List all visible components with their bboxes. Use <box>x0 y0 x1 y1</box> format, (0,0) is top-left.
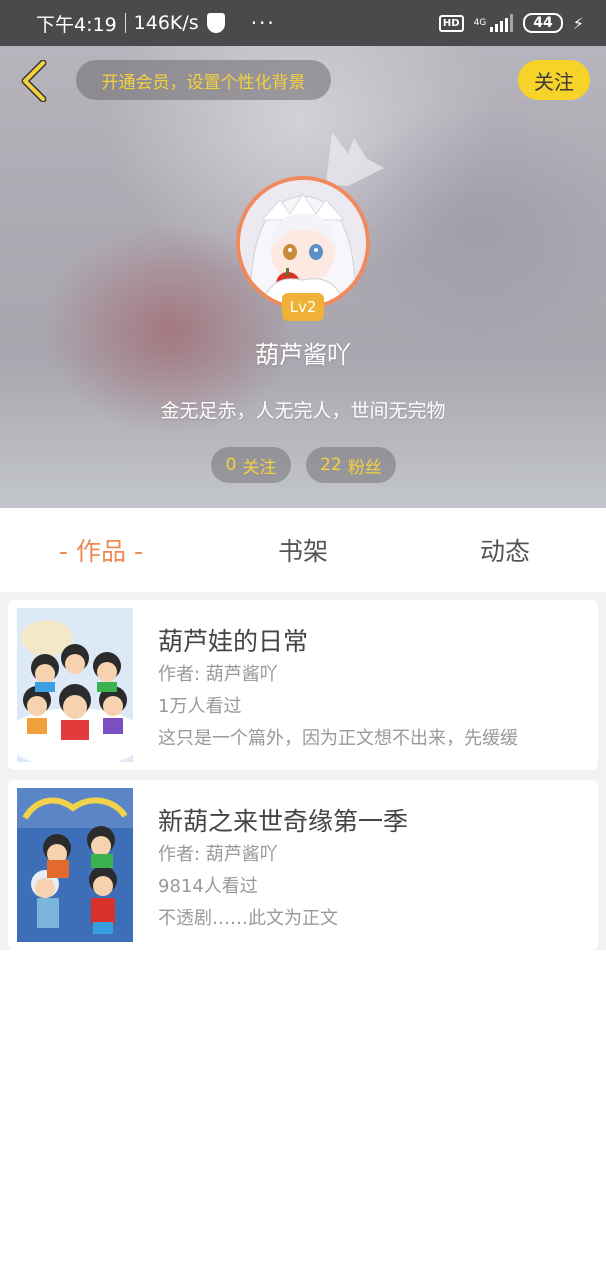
work-cover-image <box>17 788 133 942</box>
hd-icon: HD <box>438 14 464 32</box>
profile-tabs: - 作品 - 书架 动态 <box>0 508 606 592</box>
follow-button[interactable]: 关注 <box>518 60 590 100</box>
battery-icon: 44 <box>523 13 563 33</box>
work-author: 作者: 葫芦酱吖 <box>158 664 278 685</box>
username: 葫芦酱吖 <box>255 341 351 369</box>
following-count: 0 <box>225 455 237 475</box>
fans-label: 粉丝 <box>347 457 382 478</box>
status-network-speed: 146K/s <box>133 12 199 34</box>
back-button[interactable] <box>14 58 54 104</box>
chevron-left-icon <box>21 60 47 102</box>
work-description: 不透剧……此文为正文 <box>158 908 338 929</box>
battery-level: 44 <box>533 15 553 31</box>
tab-activity[interactable]: 动态 <box>404 508 606 592</box>
vip-background-banner[interactable]: 开通会员，设置个性化背景 <box>76 60 331 100</box>
work-cover-image <box>17 608 133 762</box>
signal-icon <box>490 14 514 32</box>
level-badge: Lv2 <box>282 293 324 321</box>
profile-header: 下午4:19 146K/s ··· HD 4G 44 ⚡ 开通会员，设置个性化背… <box>0 0 606 508</box>
work-views: 9814人看过 <box>158 876 258 897</box>
work-card[interactable]: 葫芦娃的日常 作者: 葫芦酱吖 1万人看过 这只是一个篇外，因为正文想不出来，先… <box>8 600 598 770</box>
following-label: 关注 <box>242 457 277 478</box>
shield-icon <box>206 13 225 33</box>
following-count-button[interactable]: 0 关注 <box>211 447 291 483</box>
crown-icon <box>326 132 384 186</box>
tab-works[interactable]: - 作品 - <box>0 508 202 592</box>
more-notifications-icon: ··· <box>250 11 276 35</box>
work-title: 新葫之来世奇缘第一季 <box>158 807 409 836</box>
status-bar: 下午4:19 146K/s ··· HD 4G 44 ⚡ <box>0 0 606 46</box>
work-author: 作者: 葫芦酱吖 <box>158 844 278 865</box>
fans-count: 22 <box>320 455 342 475</box>
avatar[interactable] <box>236 176 370 310</box>
work-views: 1万人看过 <box>158 696 242 717</box>
charging-icon: ⚡ <box>572 13 584 33</box>
status-time: 下午4:19 <box>36 13 117 36</box>
tab-bookshelf[interactable]: 书架 <box>202 508 404 592</box>
avatar-image <box>240 180 366 306</box>
network-type: 4G <box>473 18 487 28</box>
work-description: 这只是一个篇外，因为正文想不出来，先缓缓 <box>158 728 518 749</box>
work-title: 葫芦娃的日常 <box>158 627 309 656</box>
user-motto: 金无足赤，人无完人，世间无完物 <box>160 400 446 422</box>
work-card[interactable]: 新葫之来世奇缘第一季 作者: 葫芦酱吖 9814人看过 不透剧……此文为正文 <box>8 780 598 950</box>
fans-count-button[interactable]: 22 粉丝 <box>306 447 396 483</box>
status-divider <box>124 13 126 33</box>
